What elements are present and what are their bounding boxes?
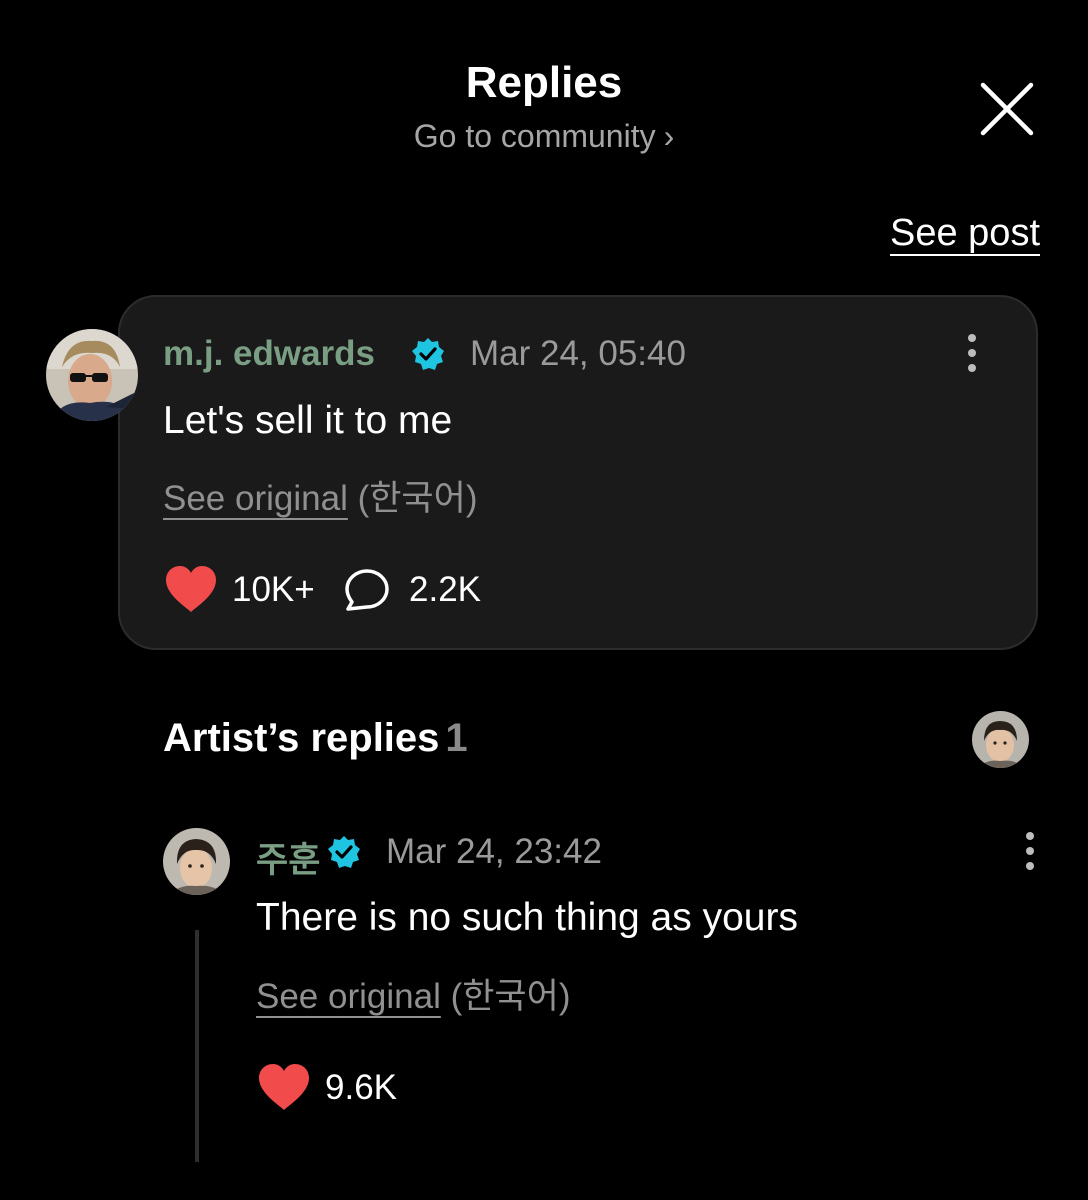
- more-options-icon[interactable]: [1022, 830, 1038, 874]
- see-original-row: See original (한국어): [256, 968, 571, 1019]
- heart-icon[interactable]: [257, 1063, 311, 1111]
- go-to-community-label: Go to community: [413, 118, 656, 154]
- artist-replies-title: Artist’s replies: [163, 716, 440, 760]
- more-options-icon[interactable]: [964, 332, 980, 376]
- close-icon[interactable]: [978, 80, 1036, 138]
- post-comment-count: 2.2K: [409, 570, 481, 609]
- chevron-right-icon: ›: [663, 118, 675, 154]
- reply-like-count: 9.6K: [325, 1068, 397, 1107]
- see-original-row: See original (한국어): [163, 470, 478, 521]
- see-original-link[interactable]: See original: [163, 479, 348, 518]
- artist-replies-count: 1: [445, 716, 468, 760]
- original-language-label: (한국어): [450, 977, 571, 1016]
- verified-badge-icon: [412, 338, 444, 370]
- reply-date: Mar 24, 23:42: [386, 832, 602, 871]
- post-like-count: 10K+: [232, 570, 315, 609]
- thread-line: [195, 930, 199, 1162]
- reply-author-avatar[interactable]: [163, 828, 230, 895]
- post-date: Mar 24, 05:40: [470, 334, 686, 373]
- see-post-link[interactable]: See post: [890, 212, 1040, 255]
- go-to-community-link[interactable]: Go to community ›: [0, 118, 1088, 155]
- artist-replies-heading: Artist’s replies 1: [163, 716, 468, 761]
- avatar[interactable]: [46, 329, 138, 421]
- post-text: Let's sell it to me: [163, 399, 453, 442]
- page-title: Replies: [465, 58, 623, 107]
- see-original-link[interactable]: See original: [256, 977, 441, 1016]
- comment-icon[interactable]: [344, 568, 390, 612]
- original-language-label: (한국어): [357, 479, 478, 518]
- reply-author-name[interactable]: 주훈: [256, 832, 320, 883]
- verified-badge-icon: [328, 836, 360, 868]
- heart-icon[interactable]: [164, 565, 218, 613]
- post-author-name[interactable]: m.j. edwards: [163, 334, 375, 374]
- reply-text: There is no such thing as yours: [256, 896, 798, 939]
- artist-avatar[interactable]: [972, 711, 1029, 768]
